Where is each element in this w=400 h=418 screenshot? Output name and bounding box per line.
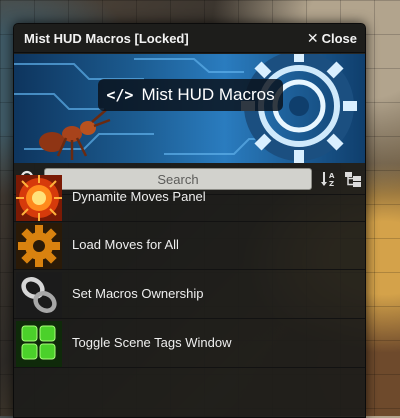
chain-links-icon	[16, 272, 62, 318]
macro-item-label: Set Macros Ownership	[72, 286, 204, 301]
macro-item-toggle-scene-tags-window[interactable]: Toggle Scene Tags Window	[14, 320, 365, 368]
banner-title: </> Mist HUD Macros	[98, 79, 283, 111]
macro-item-label: Load Moves for All	[72, 237, 179, 252]
close-icon: ✕	[306, 29, 319, 46]
macro-item-dynamite-moves-panel[interactable]: Dynamite Moves Panel	[14, 174, 365, 222]
grid-tiles-icon	[16, 321, 62, 367]
macro-item-label: Toggle Scene Tags Window	[72, 335, 232, 350]
explosion-icon	[16, 175, 62, 221]
window-header[interactable]: Mist HUD Macros [Locked] ✕ Close	[14, 24, 365, 53]
close-button[interactable]: ✕ Close	[307, 30, 357, 47]
gear-icon	[16, 223, 62, 269]
window-title: Mist HUD Macros [Locked]	[24, 30, 189, 46]
macro-item-load-moves-for-all[interactable]: Load Moves for All	[14, 222, 365, 270]
macro-item-label: Dynamite Moves Panel	[72, 189, 206, 204]
folder-banner: </> Mist HUD Macros	[14, 54, 365, 163]
macro-directory-window: Mist HUD Macros [Locked] ✕ Close </> Mis…	[13, 23, 366, 418]
banner-title-text: Mist HUD Macros	[141, 85, 275, 104]
macro-item-set-macros-ownership[interactable]: Set Macros Ownership	[14, 271, 365, 319]
close-label: Close	[321, 30, 357, 46]
code-icon: </>	[106, 86, 134, 104]
